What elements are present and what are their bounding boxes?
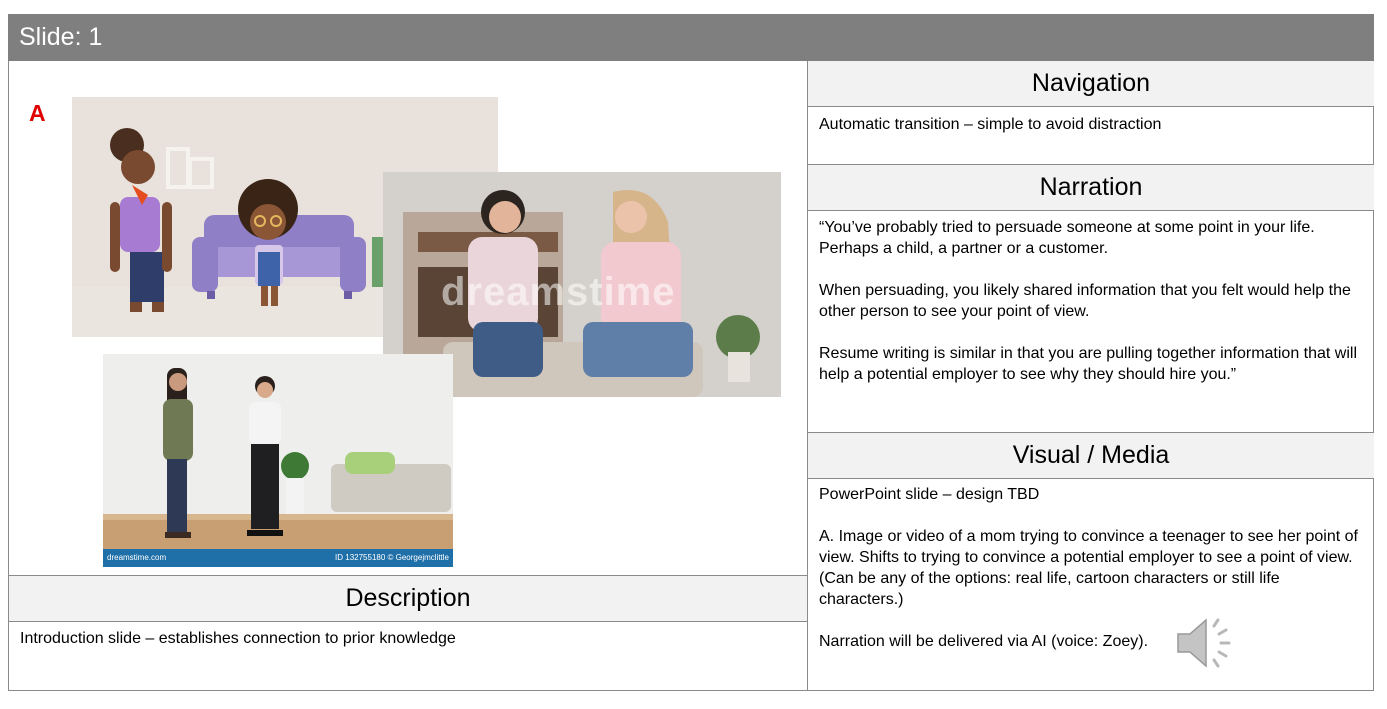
speaker-icon[interactable] <box>1172 612 1238 674</box>
visual-header-border <box>808 478 1374 479</box>
visual-paragraph: A. Image or video of a mom trying to con… <box>819 528 1358 608</box>
navigation-text: Automatic transition – simple to avoid d… <box>819 116 1162 133</box>
column-divider <box>807 61 808 691</box>
narration-header-border <box>808 210 1374 211</box>
slide-title: Slide: 1 <box>19 23 103 51</box>
watermark-id: ID 132755180 © Georgejmclittle <box>335 553 449 562</box>
description-heading: Description <box>345 584 471 612</box>
title-bar: Slide: 1 <box>8 14 1374 61</box>
two-women-standing-photo: dreamstime.com ID 132755180 © Georgejmcl… <box>103 354 453 567</box>
visual-header: Visual / Media <box>808 433 1374 478</box>
narration-body: “You’ve probably tried to persuade someo… <box>819 217 1364 385</box>
narration-paragraph: When persuading, you likely shared infor… <box>819 282 1351 320</box>
watermark-site: dreamstime.com <box>107 553 167 562</box>
navigation-header-border <box>808 106 1374 107</box>
visual-heading: Visual / Media <box>1012 441 1170 469</box>
narration-heading: Narration <box>1039 173 1143 201</box>
visual-paragraph: PowerPoint slide – design TBD <box>819 486 1040 503</box>
watermark-text: dreamstime <box>441 270 676 314</box>
description-header: Description <box>9 576 807 621</box>
narration-header: Narration <box>808 165 1374 210</box>
narration-paragraph: Resume writing is similar in that you ar… <box>819 345 1358 383</box>
description-header-border <box>8 621 808 622</box>
description-text: Introduction slide – establishes connect… <box>20 630 456 647</box>
label-a: A <box>29 100 46 126</box>
narration-paragraph: “You’ve probably tried to persuade someo… <box>819 219 1315 257</box>
watermark-strip: dreamstime.com ID 132755180 © Georgejmcl… <box>103 549 453 567</box>
navigation-header: Navigation <box>808 61 1374 106</box>
visual-body: PowerPoint slide – design TBD A. Image o… <box>819 484 1364 652</box>
navigation-heading: Navigation <box>1031 69 1151 97</box>
visual-paragraph: Narration will be delivered via AI (voic… <box>819 633 1149 650</box>
